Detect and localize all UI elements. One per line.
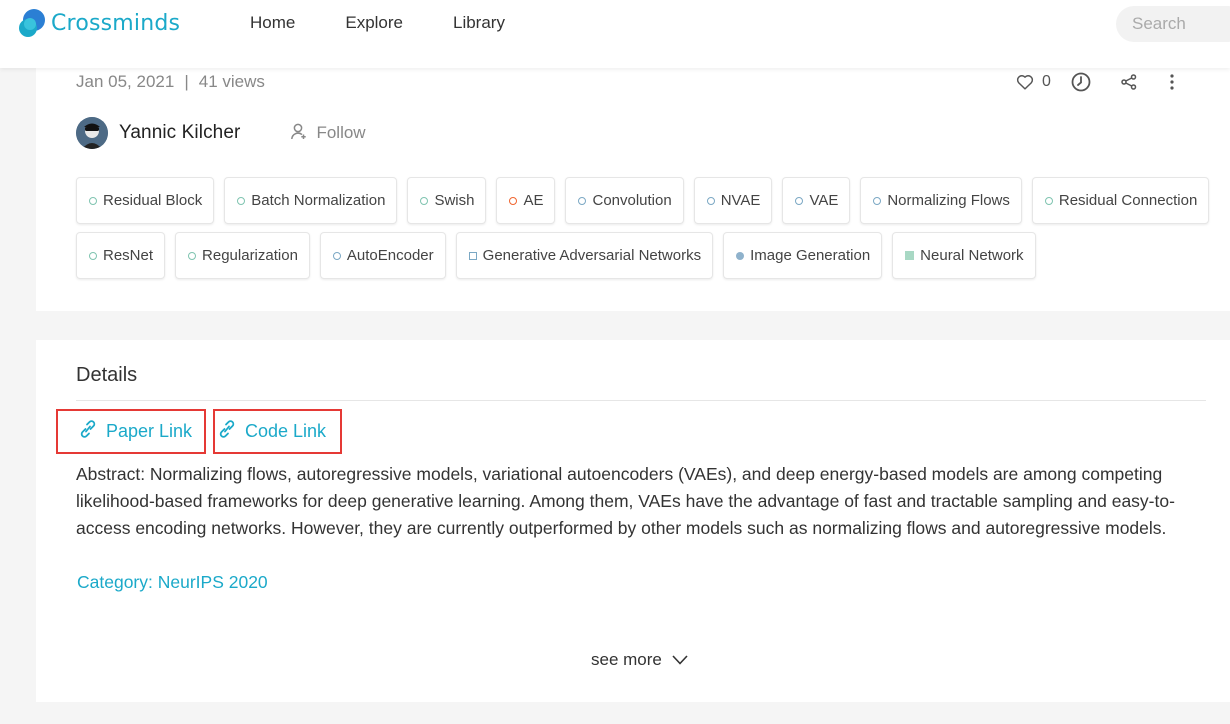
author-row: Yannic Kilcher Follow	[76, 117, 366, 149]
ring-icon	[332, 251, 341, 260]
ring-icon	[795, 196, 804, 205]
details-card: Details Paper Link Code Link Abstract: N…	[36, 340, 1230, 702]
square-outline-icon	[468, 251, 477, 260]
tag-label: Regularization	[202, 247, 298, 264]
tag-chip[interactable]: Regularization	[175, 232, 310, 279]
tag-label: Generative Adversarial Networks	[482, 247, 702, 264]
view-count: 41 views	[198, 72, 265, 91]
top-nav-bar: Crossminds Home Explore Library	[0, 0, 1230, 68]
tag-chip[interactable]: NVAE	[693, 177, 773, 224]
square-icon	[905, 251, 915, 260]
see-more-button[interactable]: see more	[591, 650, 688, 670]
tag-label: VAE	[809, 192, 839, 209]
nav-library[interactable]: Library	[453, 12, 505, 34]
chevron-down-icon	[662, 650, 688, 670]
video-meta: Jan 05, 2021 | 41 views	[76, 72, 265, 92]
tag-label: Batch Normalization	[251, 192, 386, 209]
author-avatar[interactable]	[76, 117, 108, 149]
tag-label: Image Generation	[750, 247, 871, 264]
tag-list: Residual Block Batch Normalization Swish AE…	[76, 177, 1226, 287]
tag-chip[interactable]: ResNet	[76, 232, 166, 279]
see-more-label: see more	[591, 650, 662, 669]
add-user-icon	[290, 122, 316, 145]
code-link-label: Code Link	[245, 421, 327, 441]
link-icon	[219, 420, 245, 443]
heart-icon	[1016, 74, 1034, 90]
paper-link[interactable]: Paper Link	[56, 409, 206, 454]
code-link[interactable]: Code Link	[213, 409, 342, 454]
tag-label: Residual Connection	[1058, 192, 1198, 209]
follow-button[interactable]: Follow	[290, 122, 366, 145]
tag-chip[interactable]: Convolution	[565, 177, 684, 224]
publish-date: Jan 05, 2021	[76, 72, 175, 91]
tag-row: Residual Block Batch Normalization Swish AE…	[76, 177, 1226, 224]
tag-chip[interactable]: Normalizing Flows	[860, 177, 1022, 224]
more-vertical-icon	[1170, 74, 1174, 90]
tag-chip[interactable]: Image Generation	[723, 232, 883, 279]
divider	[76, 400, 1206, 401]
ring-icon	[509, 196, 518, 205]
watch-later-button[interactable]	[1071, 72, 1091, 92]
more-options-button[interactable]	[1170, 74, 1174, 90]
ring-icon	[89, 196, 97, 205]
abstract-line: Abstract: Normalizing flows, autoregress…	[76, 464, 1163, 484]
share-icon	[1121, 74, 1137, 90]
author-name[interactable]: Yannic Kilcher	[119, 122, 240, 144]
ring-icon	[578, 196, 587, 205]
tag-chip[interactable]: AE	[496, 177, 556, 224]
ring-icon	[420, 196, 429, 205]
abstract-text: Abstract: Normalizing flows, autoregress…	[76, 461, 1196, 542]
tag-label: Convolution	[592, 192, 672, 209]
ring-icon	[237, 196, 246, 205]
link-icon	[80, 420, 106, 443]
ring-icon	[873, 196, 882, 205]
clock-icon	[1071, 72, 1091, 92]
details-heading: Details	[76, 364, 138, 386]
crossminds-logo-icon	[18, 8, 48, 38]
like-count: 0	[1042, 73, 1051, 90]
category-link[interactable]: Category: NeurIPS 2020	[77, 572, 268, 593]
paper-link-label: Paper Link	[106, 421, 193, 441]
resource-links: Paper Link Code Link	[56, 409, 342, 454]
main-nav: Home Explore Library	[250, 12, 555, 34]
tag-label: NVAE	[720, 192, 761, 209]
tag-label: Swish	[434, 192, 475, 209]
nav-explore[interactable]: Explore	[345, 12, 403, 34]
tag-chip[interactable]: Generative Adversarial Networks	[455, 232, 714, 279]
like-button[interactable]: 0	[1016, 73, 1051, 91]
tag-row: ResNet Regularization AutoEncoder Generativ…	[76, 232, 1226, 279]
share-button[interactable]	[1121, 74, 1137, 90]
ring-icon	[188, 251, 197, 260]
abstract-line: likelihood-based frameworks for deep gen…	[76, 491, 1175, 511]
video-info-card: Jan 05, 2021 | 41 views 0 Yannic Kilcher…	[36, 62, 1230, 311]
ring-icon	[706, 196, 715, 205]
meta-separator: |	[184, 72, 189, 91]
tag-chip[interactable]: AutoEncoder	[319, 232, 446, 279]
crossminds-logo[interactable]: Crossminds	[18, 8, 180, 38]
video-actions: 0	[1016, 72, 1174, 92]
tag-label: Normalizing Flows	[887, 192, 1010, 209]
tag-chip[interactable]: Batch Normalization	[224, 177, 398, 224]
ring-icon	[89, 251, 97, 260]
tag-chip[interactable]: VAE	[782, 177, 851, 224]
tag-label: AE	[523, 192, 544, 209]
tag-chip[interactable]: Residual Connection	[1031, 177, 1210, 224]
tag-label: Neural Network	[920, 247, 1024, 264]
tag-chip[interactable]: Swish	[407, 177, 487, 224]
tag-label: AutoEncoder	[346, 247, 434, 264]
nav-home[interactable]: Home	[250, 12, 295, 34]
tag-chip[interactable]: Residual Block	[76, 177, 215, 224]
tag-label: ResNet	[103, 247, 154, 264]
search-input[interactable]	[1116, 6, 1230, 42]
abstract-line: access encoding networks. However, they …	[76, 518, 1167, 538]
follow-label: Follow	[316, 123, 366, 142]
tag-chip[interactable]: Neural Network	[892, 232, 1036, 279]
ring-icon	[1044, 196, 1053, 205]
dot-icon	[736, 251, 745, 260]
logo-text: Crossminds	[51, 10, 181, 36]
tag-label: Residual Block	[103, 192, 203, 209]
